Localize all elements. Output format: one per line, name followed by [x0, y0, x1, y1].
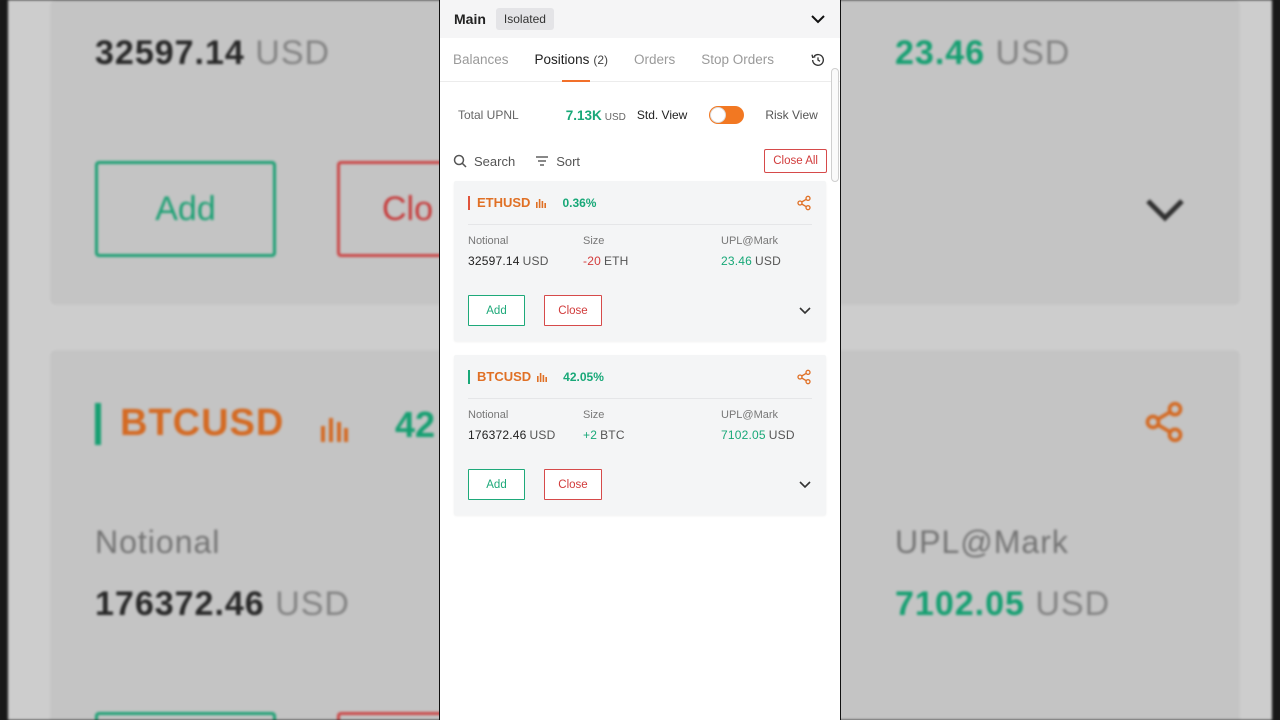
notional-stat: Notional 32597.14 USD: [468, 235, 583, 268]
tab-balances[interactable]: Balances: [453, 38, 509, 82]
side-indicator: [468, 195, 470, 210]
add-button[interactable]: Add: [468, 469, 525, 500]
position-card: ETHUSD 0.36% Notional 32597.14 USD Size -…: [454, 181, 826, 341]
tab-bar: Balances Positions (2) Orders Stop Orders: [440, 38, 840, 82]
sort-label: Sort: [556, 153, 581, 169]
tab-label: Orders: [634, 52, 676, 67]
chevron-down-icon[interactable]: [810, 11, 826, 27]
view-toggle[interactable]: [709, 106, 745, 124]
upl-label: UPL@Mark: [721, 235, 779, 247]
size-value: +2 BTC: [583, 428, 625, 442]
upl-label: UPL@Mark: [721, 409, 779, 421]
add-button[interactable]: Add: [468, 295, 525, 326]
close-button[interactable]: Close: [544, 295, 602, 326]
notional-value: 176372.46 USD: [468, 428, 556, 442]
share-icon[interactable]: [796, 195, 812, 211]
upnl-summary: Total UPNL 7.13K USD Std. View Risk View: [440, 82, 840, 148]
close-button[interactable]: Close: [544, 469, 602, 500]
history-icon[interactable]: [810, 52, 826, 68]
notional-label: Notional: [468, 409, 509, 421]
sort-button[interactable]: Sort: [535, 154, 580, 169]
tab-label: Positions: [534, 52, 590, 67]
expand-chevron-icon[interactable]: [798, 478, 812, 492]
search-button[interactable]: Search: [453, 154, 515, 169]
tab-positions[interactable]: Positions (2): [535, 38, 608, 82]
account-name[interactable]: Main: [454, 11, 486, 27]
tab-label: Balances: [453, 52, 509, 67]
position-roe: 0.36%: [562, 195, 597, 210]
upl-stat: UPL@Mark 23.46 USD: [721, 235, 781, 268]
size-value: -20 ETH: [583, 254, 629, 268]
toggle-knob: [710, 107, 727, 123]
size-label: Size: [583, 409, 605, 421]
notional-label: Notional: [468, 235, 509, 247]
tab-count: (2): [593, 52, 608, 67]
search-icon: [453, 154, 467, 168]
position-actions: Add Close: [468, 469, 812, 500]
chart-icon[interactable]: [536, 198, 547, 208]
upl-value: 23.46 USD: [721, 254, 781, 268]
position-roe: 42.05%: [563, 369, 604, 384]
upl-value: 7102.05 USD: [721, 428, 795, 442]
notional-value: 32597.14 USD: [468, 254, 549, 268]
tab-label: Stop Orders: [701, 52, 775, 67]
position-card: BTCUSD 42.05% Notional 176372.46 USD Size…: [454, 355, 826, 515]
filter-row: Search Sort Close All: [440, 148, 840, 174]
account-bar[interactable]: Main Isolated: [440, 0, 840, 38]
position-header: ETHUSD 0.36%: [468, 181, 812, 225]
search-label: Search: [474, 153, 516, 169]
margin-mode-badge[interactable]: Isolated: [495, 8, 554, 30]
sort-icon: [536, 156, 549, 166]
upl-stat: UPL@Mark 7102.05 USD: [721, 409, 795, 442]
phone-screen: Main Isolated Balances Positions (2) Orde…: [439, 0, 841, 720]
scrollbar[interactable]: [831, 68, 839, 182]
position-symbol[interactable]: ETHUSD: [477, 195, 530, 210]
size-stat: Size +2 BTC: [583, 409, 721, 442]
tab-orders[interactable]: Orders: [634, 38, 675, 82]
position-header: BTCUSD 42.05%: [468, 355, 812, 399]
position-stats: Notional 32597.14 USD Size -20 ETH UPL@Mar…: [468, 225, 812, 268]
risk-view-label[interactable]: Risk View: [765, 108, 817, 122]
std-view-label[interactable]: Std. View: [637, 108, 687, 122]
position-symbol[interactable]: BTCUSD: [477, 369, 531, 384]
side-indicator: [468, 369, 470, 384]
close-all-button[interactable]: Close All: [764, 149, 827, 173]
expand-chevron-icon[interactable]: [798, 304, 812, 318]
total-upnl-label: Total UPNL: [458, 108, 519, 122]
chart-icon[interactable]: [537, 372, 548, 382]
share-icon[interactable]: [796, 369, 812, 385]
position-actions: Add Close: [468, 295, 812, 326]
size-label: Size: [583, 235, 605, 247]
total-upnl-value: 7.13K USD: [565, 107, 626, 123]
size-stat: Size -20 ETH: [583, 235, 721, 268]
position-stats: Notional 176372.46 USD Size +2 BTC UPL@Mar…: [468, 399, 812, 442]
notional-stat: Notional 176372.46 USD: [468, 409, 583, 442]
tab-stop-orders[interactable]: Stop Orders: [701, 38, 774, 82]
